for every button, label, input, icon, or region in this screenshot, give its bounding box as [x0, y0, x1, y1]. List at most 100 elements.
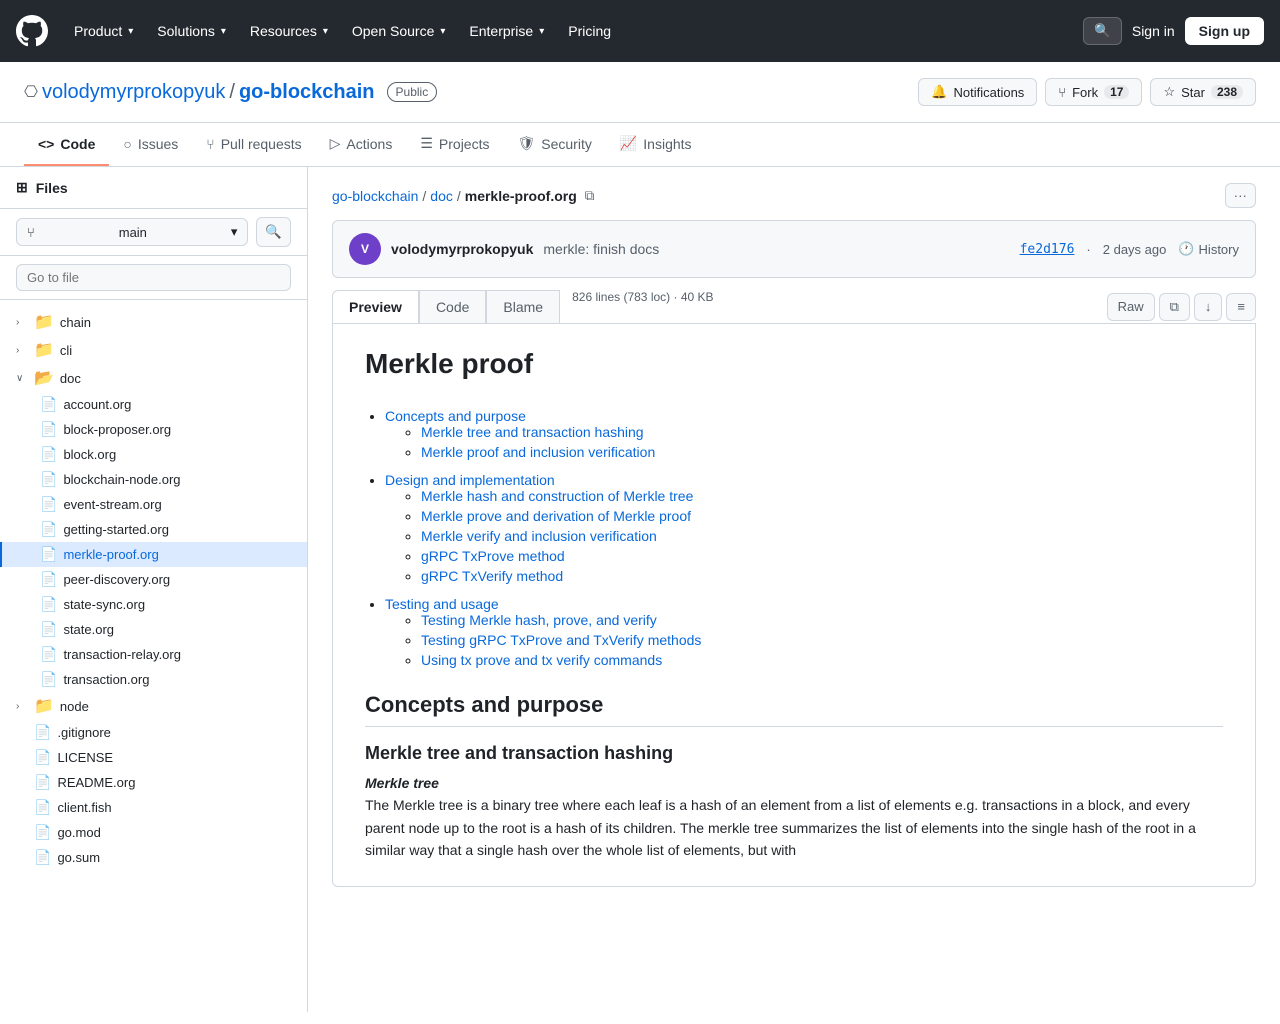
tree-item-state-sync-org[interactable]: 📄 state-sync.org [0, 592, 307, 617]
toc-link-merkle-prove[interactable]: Merkle prove and derivation of Merkle pr… [421, 508, 691, 524]
nav-enterprise[interactable]: Enterprise ▾ [459, 17, 554, 45]
tab-actions[interactable]: ▷ Actions [316, 123, 407, 166]
tree-item-node[interactable]: › 📁 node [0, 692, 307, 720]
tree-item-block-proposer-org[interactable]: 📄 block-proposer.org [0, 417, 307, 442]
repo-owner-link[interactable]: volodymyrprokopyuk [42, 81, 225, 104]
toc-link-grpc-txverify[interactable]: gRPC TxVerify method [421, 568, 563, 584]
file-icon: 📄 [34, 774, 51, 791]
raw-button[interactable]: Raw [1107, 293, 1155, 321]
tree-item-license[interactable]: 📄 LICENSE [0, 745, 307, 770]
tree-item-go-mod[interactable]: 📄 go.mod [0, 820, 307, 845]
copy-path-button[interactable]: ⧉ [581, 184, 599, 208]
toc-link-testing[interactable]: Testing and usage [385, 596, 499, 612]
tree-item-cli[interactable]: › 📁 cli [0, 336, 307, 364]
commit-author[interactable]: volodymyrprokopyuk [391, 241, 533, 257]
commit-time: 2 days ago [1103, 242, 1167, 257]
code-tab-icon: <> [38, 136, 54, 152]
tree-item-merkle-proof-org[interactable]: 📄 merkle-proof.org [0, 542, 307, 567]
toc-link-testing-grpc[interactable]: Testing gRPC TxProve and TxVerify method… [421, 632, 701, 648]
toc-link-merkle-hash[interactable]: Merkle hash and construction of Merkle t… [421, 488, 693, 504]
toc-button[interactable]: ≡ [1226, 293, 1256, 321]
github-logo[interactable] [16, 15, 48, 47]
nav-product[interactable]: Product ▾ [64, 17, 143, 45]
tree-item-block-org[interactable]: 📄 block.org [0, 442, 307, 467]
commit-hash-link[interactable]: fe2d176 [1020, 242, 1075, 257]
file-content-area: go-blockchain / doc / merkle-proof.org ⧉… [308, 167, 1280, 1012]
nav-solutions[interactable]: Solutions ▾ [147, 17, 236, 45]
tab-preview[interactable]: Preview [332, 290, 419, 323]
toc-link-merkle-proof-inclusion[interactable]: Merkle proof and inclusion verification [421, 444, 655, 460]
more-options-button[interactable]: ··· [1225, 183, 1256, 208]
tree-item-transaction-relay-org[interactable]: 📄 transaction-relay.org [0, 642, 307, 667]
repo-name-link[interactable]: go-blockchain [239, 81, 375, 104]
tree-item-chain[interactable]: › 📁 chain [0, 308, 307, 336]
expand-arrow: ∨ [16, 373, 28, 384]
file-icon: 📄 [40, 496, 57, 513]
tab-security[interactable]: 🛡 Security [503, 123, 605, 166]
toc-link-merkle-verify[interactable]: Merkle verify and inclusion verification [421, 528, 657, 544]
tree-item-label: go.mod [57, 825, 100, 840]
toc-sublist-design: Merkle hash and construction of Merkle t… [385, 488, 1223, 584]
file-icon: 📄 [40, 646, 57, 663]
file-meta: 826 lines (783 loc) · 40 KB [560, 290, 725, 323]
branch-dropdown[interactable]: ⑂ main ▾ [16, 218, 248, 246]
go-to-file-input[interactable] [16, 264, 291, 291]
file-icon: 📄 [40, 571, 57, 588]
path-repo-link[interactable]: go-blockchain [332, 188, 418, 204]
tree-item-label: transaction.org [63, 672, 149, 687]
download-button[interactable]: ↓ [1194, 293, 1223, 321]
tab-issues[interactable]: ○ Issues [109, 123, 192, 166]
commit-left: V volodymyrprokopyuk merkle: finish docs [349, 233, 659, 265]
nav-open-source[interactable]: Open Source ▾ [342, 17, 456, 45]
tree-item-state-org[interactable]: 📄 state.org [0, 617, 307, 642]
security-tab-label: Security [541, 136, 592, 152]
tree-item-peer-discovery-org[interactable]: 📄 peer-discovery.org [0, 567, 307, 592]
signup-button[interactable]: Sign up [1185, 17, 1264, 45]
search-button[interactable]: 🔍 [1083, 17, 1122, 45]
tree-item-getting-started-org[interactable]: 📄 getting-started.org [0, 517, 307, 542]
toc-link-using-tx[interactable]: Using tx prove and tx verify commands [421, 652, 662, 668]
tab-insights[interactable]: 📈 Insights [606, 123, 706, 166]
tab-code[interactable]: Code [419, 290, 486, 323]
tree-item-readme-org[interactable]: 📄 README.org [0, 770, 307, 795]
file-icon: 📄 [40, 671, 57, 688]
copy-file-button[interactable]: ⧉ [1159, 293, 1190, 321]
notifications-button[interactable]: 🔔 Notifications [918, 78, 1037, 106]
sidebar-title: Files [36, 180, 68, 196]
tree-item-gitignore[interactable]: 📄 .gitignore [0, 720, 307, 745]
star-button[interactable]: ☆ Star 238 [1150, 78, 1256, 106]
signin-link[interactable]: Sign in [1132, 23, 1175, 39]
tree-item-account-org[interactable]: 📄 account.org [0, 392, 307, 417]
tree-item-transaction-org[interactable]: 📄 transaction.org [0, 667, 307, 692]
tree-item-event-stream-org[interactable]: 📄 event-stream.org [0, 492, 307, 517]
tree-item-go-sum[interactable]: 📄 go.sum [0, 845, 307, 870]
nav-pricing[interactable]: Pricing [558, 17, 621, 45]
tree-item-label: doc [60, 371, 81, 386]
file-search-button[interactable]: 🔍 [256, 217, 291, 247]
toc-link-design[interactable]: Design and implementation [385, 472, 555, 488]
tree-item-client-fish[interactable]: 📄 client.fish [0, 795, 307, 820]
tree-item-blockchain-node-org[interactable]: 📄 blockchain-node.org [0, 467, 307, 492]
merkle-tree-body: The Merkle tree is a binary tree where e… [365, 794, 1223, 861]
fork-button[interactable]: ⑂ Fork 17 [1045, 78, 1142, 106]
more-icon: ··· [1234, 188, 1247, 203]
sidebar-header: ⊞ Files [0, 167, 307, 209]
toc-list: Concepts and purpose Merkle tree and tra… [365, 408, 1223, 668]
toc-link-merkle-tree-hashing[interactable]: Merkle tree and transaction hashing [421, 424, 644, 440]
nav-resources[interactable]: Resources ▾ [240, 17, 338, 45]
tab-blame[interactable]: Blame [486, 290, 560, 323]
tab-projects[interactable]: ☰ Projects [406, 123, 503, 166]
tab-code[interactable]: <> Code [24, 123, 109, 166]
tree-item-label: state.org [63, 622, 114, 637]
tree-item-doc[interactable]: ∨ 📂 doc [0, 364, 307, 392]
path-doc-link[interactable]: doc [430, 188, 453, 204]
toc-item-design: Design and implementation Merkle hash an… [385, 472, 1223, 584]
folder-icon: 📂 [34, 368, 54, 388]
history-button[interactable]: 🕐 History [1178, 241, 1239, 257]
tab-pull-requests[interactable]: ⑂ Pull requests [192, 123, 315, 166]
commit-right: fe2d176 · 2 days ago 🕐 History [1020, 241, 1239, 257]
notifications-label: Notifications [953, 85, 1024, 100]
toc-link-testing-merkle[interactable]: Testing Merkle hash, prove, and verify [421, 612, 657, 628]
toc-link-concepts[interactable]: Concepts and purpose [385, 408, 526, 424]
toc-link-grpc-txprove[interactable]: gRPC TxProve method [421, 548, 565, 564]
